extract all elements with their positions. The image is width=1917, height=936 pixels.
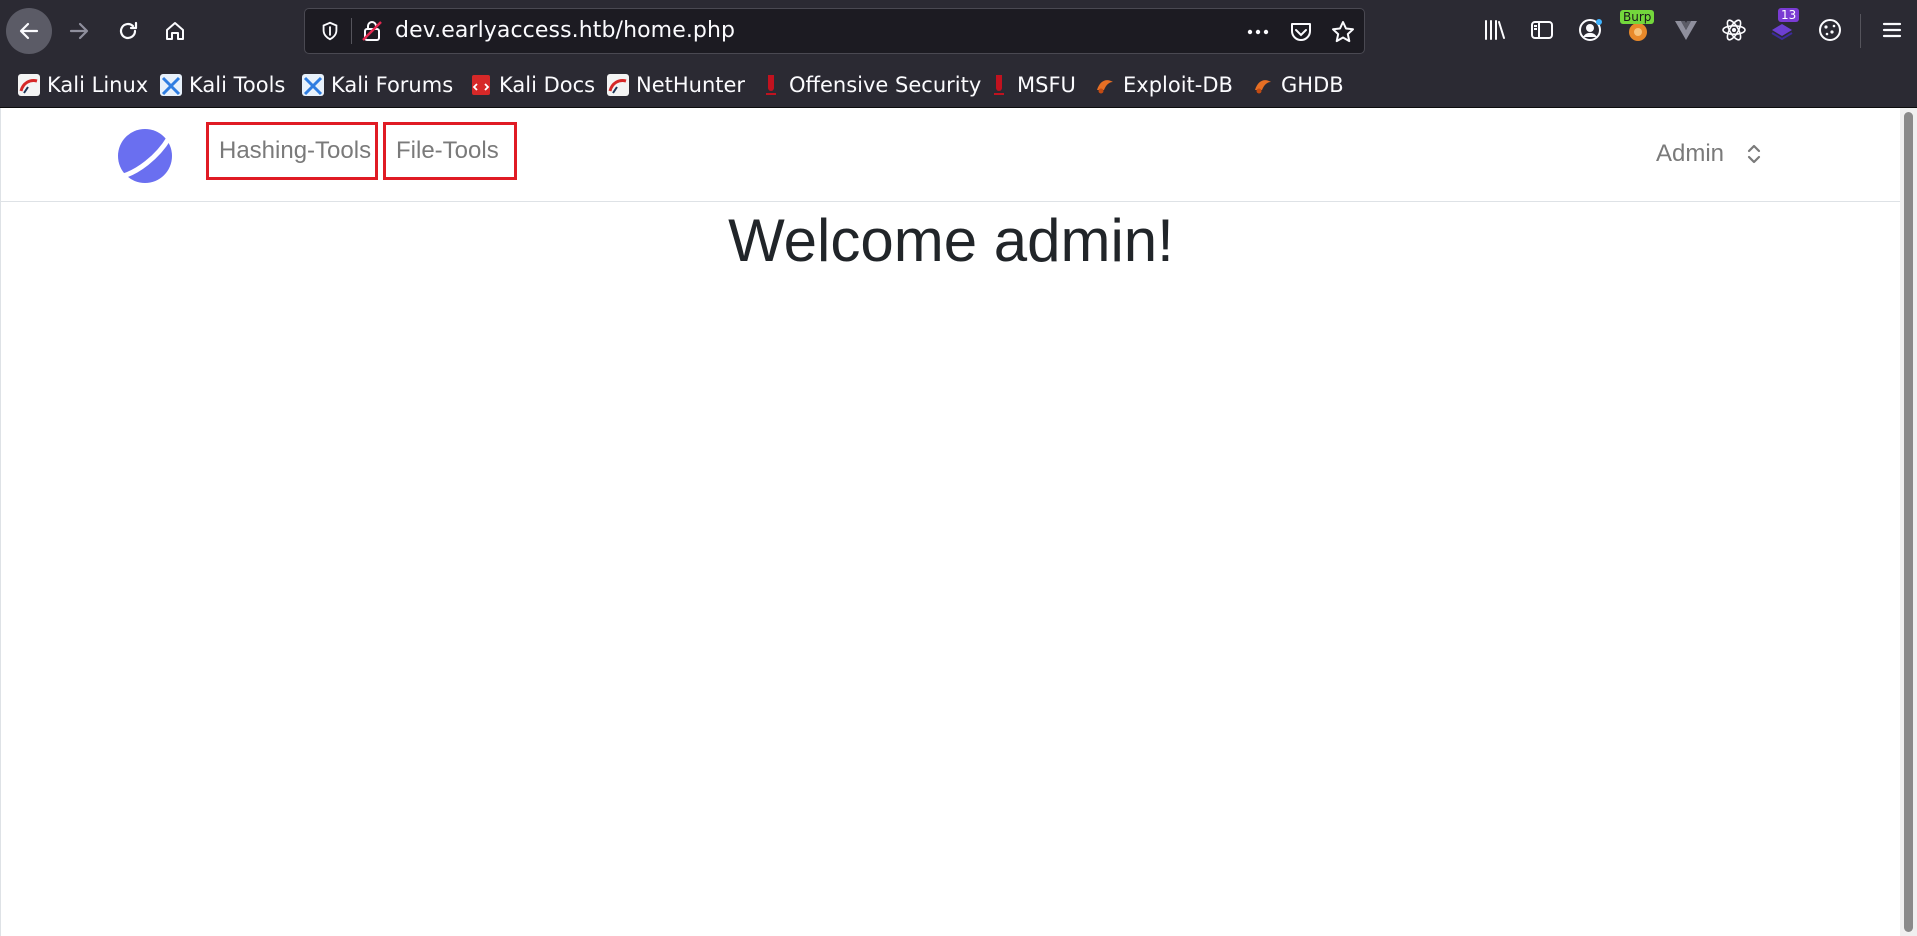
vue-devtools-icon[interactable] [1670, 14, 1702, 46]
scrollbar-thumb[interactable] [1904, 112, 1913, 932]
bookmark-label: Exploit-DB [1123, 73, 1233, 97]
arrow-left-icon [19, 22, 39, 40]
insecure-lock-icon[interactable] [360, 19, 384, 43]
bookmark-offensive-security[interactable]: Offensive Security [760, 70, 981, 100]
bookmark-label: Kali Linux [47, 73, 149, 97]
extension-stack-icon[interactable]: 13 [1766, 8, 1800, 46]
bookmark-star-icon[interactable] [1330, 19, 1356, 45]
offsec-icon [766, 75, 776, 95]
extension-count-badge: 13 [1778, 8, 1800, 22]
bookmark-kali-linux[interactable]: Kali Linux [18, 70, 148, 100]
bookmarks-toolbar: Kali Linux Kali Tools Kali Forums Kali D… [0, 62, 1917, 108]
arrow-right-icon [69, 22, 89, 40]
user-menu-dropdown[interactable]: Admin [1656, 140, 1764, 168]
kali-tools-icon [160, 74, 182, 96]
react-devtools-icon[interactable] [1718, 14, 1750, 46]
page-scrollbar[interactable] [1900, 108, 1917, 936]
kali-icon [18, 74, 40, 96]
page-actions-icon[interactable] [1245, 19, 1271, 45]
reload-button[interactable] [105, 8, 151, 54]
url-separator [351, 18, 352, 44]
chevron-updown-icon [1747, 144, 1761, 164]
browser-toolbar: dev.earlyaccess.htb/home.php Burp 13 [0, 0, 1917, 62]
pocket-icon[interactable] [1288, 19, 1314, 45]
sidebar-icon[interactable] [1526, 14, 1558, 46]
kali-docs-icon [472, 75, 490, 95]
bookmark-msfu[interactable]: MSFU [988, 70, 1076, 100]
url-text[interactable]: dev.earlyaccess.htb/home.php [395, 18, 735, 43]
hamburger-menu-icon[interactable] [1876, 14, 1908, 46]
bookmark-ghdb[interactable]: GHDB [1252, 70, 1344, 100]
bookmark-kali-forums[interactable]: Kali Forums [302, 70, 453, 100]
nethunter-icon [607, 74, 629, 96]
ghdb-icon [1255, 80, 1271, 94]
bookmark-label: MSFU [1017, 73, 1076, 97]
back-button[interactable] [6, 8, 52, 54]
home-button[interactable] [152, 8, 198, 54]
cookie-icon[interactable] [1814, 14, 1846, 46]
welcome-heading: Welcome admin! [728, 207, 1174, 274]
reload-icon [119, 21, 138, 40]
bookmark-label: Kali Docs [499, 73, 596, 97]
bookmark-label: GHDB [1281, 73, 1344, 97]
kali-forums-icon [302, 74, 324, 96]
msfu-icon [994, 75, 1004, 95]
exploit-db-icon [1097, 80, 1113, 94]
site-navbar: Hashing-Tools File-Tools Admin [1, 108, 1901, 202]
toolbar-divider [1860, 14, 1861, 48]
bookmark-label: Offensive Security [789, 73, 982, 97]
nav-link-file-tools[interactable]: File-Tools [383, 122, 517, 180]
bookmark-label: Kali Tools [189, 73, 286, 97]
burp-proxy-icon[interactable]: Burp [1620, 10, 1655, 46]
bookmark-kali-docs[interactable]: Kali Docs [470, 70, 595, 100]
nav-link-hashing-tools[interactable]: Hashing-Tools [206, 122, 378, 180]
tracking-shield-icon[interactable] [319, 20, 341, 42]
address-bar[interactable]: dev.earlyaccess.htb/home.php [304, 8, 1365, 54]
bookmark-label: NetHunter [636, 73, 746, 97]
site-logo-icon[interactable] [117, 128, 173, 184]
bookmark-label: Kali Forums [331, 73, 454, 97]
account-icon[interactable] [1574, 14, 1606, 46]
user-menu-label: Admin [1656, 140, 1725, 167]
bookmark-kali-tools[interactable]: Kali Tools [160, 70, 285, 100]
home-icon [166, 22, 184, 40]
bookmark-nethunter[interactable]: NetHunter [607, 70, 745, 100]
burp-badge: Burp [1620, 10, 1655, 24]
library-icon[interactable] [1478, 14, 1510, 46]
page-viewport: Hashing-Tools File-Tools Admin Welcome a… [0, 108, 1901, 936]
forward-button[interactable] [56, 8, 102, 54]
bookmark-exploit-db[interactable]: Exploit-DB [1094, 70, 1233, 100]
